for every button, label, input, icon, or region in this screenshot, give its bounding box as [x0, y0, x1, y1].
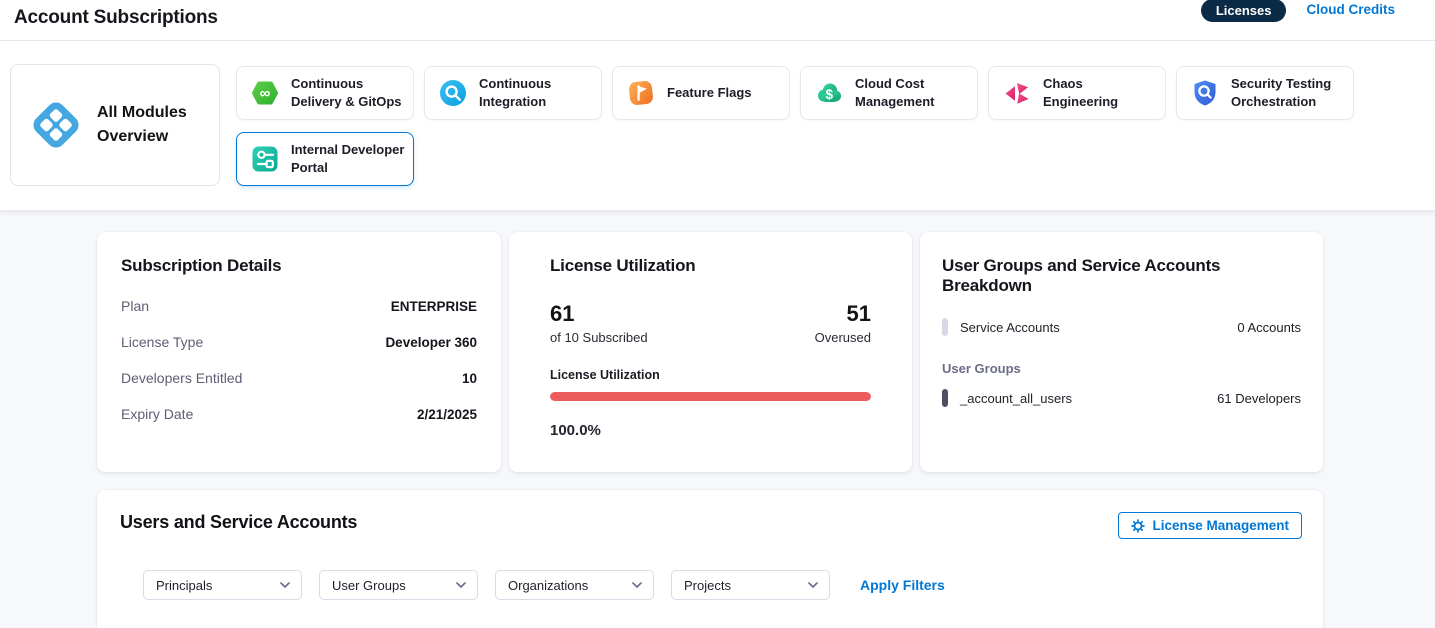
license-management-button[interactable]: License Management: [1118, 512, 1302, 539]
service-accounts-value: 0 Accounts: [1237, 320, 1301, 335]
all-modules-overview-label: All Modules Overview: [97, 101, 209, 149]
page-header: Account Subscriptions Licenses Cloud Cre…: [0, 0, 1435, 41]
chevron-down-icon: [808, 582, 818, 588]
license-management-label: License Management: [1152, 518, 1289, 533]
header-tabs: Licenses Cloud Credits: [1201, 0, 1395, 22]
row-value: ENTERPRISE: [391, 299, 477, 314]
row-value: 2/21/2025: [417, 407, 477, 422]
module-tile-internal-developer-portal[interactable]: Internal Developer Portal: [236, 132, 414, 186]
subscription-row-developers-entitled: Developers Entitled 10: [121, 360, 477, 396]
svg-text:∞: ∞: [260, 85, 271, 102]
module-tile-security-testing[interactable]: Security Testing Orchestration: [1176, 66, 1354, 120]
utilization-percent: 100.0%: [550, 422, 871, 439]
module-tile-continuous-integration[interactable]: Continuous Integration: [424, 66, 602, 120]
module-tile-label: Internal Developer Portal: [291, 141, 405, 176]
cloud-cost-icon: $: [814, 78, 844, 108]
row-label: Expiry Date: [121, 406, 193, 422]
user-group-marker: [942, 389, 948, 407]
breakdown-title: User Groups and Service Accounts Breakdo…: [942, 256, 1301, 296]
apply-filters-button[interactable]: Apply Filters: [860, 577, 945, 593]
account-subscriptions-page: Account Subscriptions Licenses Cloud Cre…: [0, 0, 1435, 628]
subscription-details-title: Subscription Details: [121, 256, 477, 276]
chevron-down-icon: [632, 582, 642, 588]
ci-icon: [438, 78, 468, 108]
module-tile-feature-flags[interactable]: Feature Flags: [612, 66, 790, 120]
subscription-row-plan: Plan ENTERPRISE: [121, 288, 477, 324]
filter-label: Organizations: [508, 578, 588, 593]
utilization-numbers: 61 of 10 Subscribed 51 Overused: [550, 301, 871, 345]
user-group-row: _account_all_users 61 Developers: [942, 389, 1301, 407]
row-value: Developer 360: [385, 335, 477, 350]
filter-label: Principals: [156, 578, 212, 593]
svg-text:$: $: [825, 87, 833, 102]
principals-filter[interactable]: Principals: [143, 570, 302, 600]
subscription-rows: Plan ENTERPRISE License Type Developer 3…: [121, 288, 477, 432]
gear-icon: [1131, 519, 1145, 533]
all-modules-icon: [28, 97, 84, 153]
module-tile-label: Feature Flags: [667, 84, 752, 102]
module-tile-label: Continuous Integration: [479, 75, 593, 110]
utilization-bar-track: [550, 392, 871, 401]
module-tile-label: Cloud Cost Management: [855, 75, 969, 110]
user-groups-section-label: User Groups: [942, 361, 1301, 376]
chevron-down-icon: [280, 582, 290, 588]
service-accounts-marker: [942, 318, 948, 336]
used-count: 61: [550, 301, 648, 327]
security-testing-icon: [1190, 78, 1220, 108]
utilization-bar-label: License Utilization: [550, 368, 871, 382]
chaos-engineering-icon: [1002, 78, 1032, 108]
service-accounts-label: Service Accounts: [960, 320, 1060, 335]
feature-flags-icon: [626, 78, 656, 108]
organizations-filter[interactable]: Organizations: [495, 570, 654, 600]
subscription-row-license-type: License Type Developer 360: [121, 324, 477, 360]
subscription-details-card: Subscription Details Plan ENTERPRISE Lic…: [97, 232, 501, 472]
overused-caption: Overused: [815, 330, 871, 345]
filter-label: Projects: [684, 578, 731, 593]
user-groups-filter[interactable]: User Groups: [319, 570, 478, 600]
module-tile-cloud-cost[interactable]: $ Cloud Cost Management: [800, 66, 978, 120]
cd-gitops-icon: ∞: [250, 78, 280, 108]
projects-filter[interactable]: Projects: [671, 570, 830, 600]
modules-bar: All Modules Overview ∞ Continuous Delive…: [0, 41, 1435, 211]
internal-developer-portal-icon: [250, 144, 280, 174]
module-tile-label: Chaos Engineering: [1043, 75, 1157, 110]
utilization-bar-fill: [550, 392, 871, 401]
user-group-name: _account_all_users: [960, 391, 1072, 406]
user-group-value: 61 Developers: [1217, 391, 1301, 406]
overused-count-block: 51 Overused: [815, 301, 871, 345]
breakdown-card: User Groups and Service Accounts Breakdo…: [920, 232, 1323, 472]
page-title: Account Subscriptions: [14, 7, 218, 29]
row-label: Plan: [121, 298, 149, 314]
overused-count: 51: [815, 301, 871, 327]
module-tile-cd-gitops[interactable]: ∞ Continuous Delivery & GitOps: [236, 66, 414, 120]
licenses-tab[interactable]: Licenses: [1201, 0, 1287, 22]
row-label: License Type: [121, 334, 203, 350]
row-label: Developers Entitled: [121, 370, 242, 386]
used-count-block: 61 of 10 Subscribed: [550, 301, 648, 345]
service-accounts-row: Service Accounts 0 Accounts: [942, 318, 1301, 336]
filters-row: Principals User Groups Organizations Pro…: [143, 570, 945, 600]
chevron-down-icon: [456, 582, 466, 588]
used-caption: of 10 Subscribed: [550, 330, 648, 345]
row-value: 10: [462, 371, 477, 386]
module-tile-chaos-engineering[interactable]: Chaos Engineering: [988, 66, 1166, 120]
subscription-row-expiry-date: Expiry Date 2/21/2025: [121, 396, 477, 432]
module-tile-label: Security Testing Orchestration: [1231, 75, 1345, 110]
filter-label: User Groups: [332, 578, 406, 593]
license-utilization-card: License Utilization 61 of 10 Subscribed …: [509, 232, 912, 472]
users-service-accounts-card: Users and Service Accounts: [97, 490, 1323, 628]
license-utilization-title: License Utilization: [550, 256, 871, 276]
all-modules-overview-card[interactable]: All Modules Overview: [10, 64, 220, 186]
cloud-credits-tab[interactable]: Cloud Credits: [1306, 2, 1395, 17]
module-tile-label: Continuous Delivery & GitOps: [291, 75, 405, 110]
